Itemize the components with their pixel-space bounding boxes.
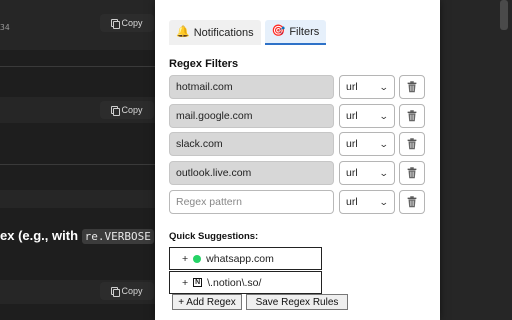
copy-icon: [111, 106, 121, 116]
delete-rule-button[interactable]: [399, 132, 425, 156]
trash-icon: [407, 110, 417, 122]
line-number: 34: [0, 23, 10, 32]
delete-rule-button[interactable]: [399, 190, 425, 214]
match-type-select[interactable]: url ⌄: [339, 161, 395, 185]
suggestion-whatsapp[interactable]: + whatsapp.com: [169, 247, 322, 270]
regex-rule-row: slack.com url ⌄: [169, 132, 425, 156]
chevron-down-icon: ⌄: [379, 138, 390, 149]
tab-notifications[interactable]: 🔔 Notifications: [169, 20, 261, 45]
regex-pattern-field[interactable]: slack.com: [169, 132, 334, 156]
copy-button[interactable]: Copy: [100, 101, 154, 119]
match-type-value: url: [346, 167, 358, 179]
trash-icon: [407, 138, 417, 150]
add-regex-button[interactable]: + Add Regex: [172, 294, 242, 310]
regex-pattern-input[interactable]: [169, 190, 334, 214]
regex-pattern-field[interactable]: mail.google.com: [169, 104, 334, 128]
plus-sign: +: [182, 276, 189, 289]
delete-rule-button[interactable]: [399, 161, 425, 185]
chevron-down-icon: ⌄: [379, 167, 390, 178]
tab-bar: 🔔 Notifications 🎯 Filters: [169, 20, 327, 45]
copy-button[interactable]: Copy: [100, 14, 154, 32]
background-paragraph: ex (e.g., with re.VERBOSE: [0, 228, 154, 244]
trash-icon: [407, 81, 417, 93]
chevron-down-icon: ⌄: [379, 110, 390, 121]
regex-rule-row: hotmail.com url ⌄: [169, 75, 425, 99]
copy-label: Copy: [121, 18, 143, 28]
trash-icon: [407, 196, 417, 208]
match-type-select[interactable]: url ⌄: [339, 75, 395, 99]
tab-label: Filters: [289, 25, 320, 38]
match-type-value: url: [346, 196, 358, 208]
regex-pattern-field[interactable]: hotmail.com: [169, 75, 334, 99]
regex-pattern-field[interactable]: outlook.live.com: [169, 161, 334, 185]
paragraph-text: ex (e.g., with: [0, 228, 82, 243]
regex-rule-row: outlook.live.com url ⌄: [169, 161, 425, 185]
copy-button[interactable]: Copy: [100, 282, 154, 300]
suggestion-notion[interactable]: + N \.notion\.so/: [169, 271, 322, 294]
tab-label: Notifications: [193, 26, 254, 39]
match-type-select[interactable]: url ⌄: [339, 190, 395, 214]
copy-label: Copy: [121, 286, 143, 296]
tab-filters[interactable]: 🎯 Filters: [264, 20, 327, 45]
match-type-select[interactable]: url ⌄: [339, 132, 395, 156]
delete-rule-button[interactable]: [399, 104, 425, 128]
inline-code: re.VERBOSE: [81, 229, 154, 244]
trash-icon: [407, 167, 417, 179]
copy-icon: [111, 19, 121, 29]
right-panel: [440, 0, 512, 320]
section-title: Regex Filters: [169, 58, 239, 70]
new-rule-row: url ⌄: [169, 190, 425, 214]
match-type-value: url: [346, 81, 358, 93]
whatsapp-icon: [193, 254, 202, 263]
copy-label: Copy: [121, 105, 143, 115]
chevron-down-icon: ⌄: [379, 196, 390, 207]
target-icon: 🎯: [271, 25, 286, 37]
match-type-value: url: [346, 138, 358, 150]
chevron-down-icon: ⌄: [379, 81, 390, 92]
extension-popup: 🔔 Notifications 🎯 Filters Regex Filters …: [155, 0, 440, 320]
notion-icon: N: [193, 278, 203, 287]
suggestions-title: Quick Suggestions:: [169, 231, 259, 242]
regex-rule-row: mail.google.com url ⌄: [169, 104, 425, 128]
save-regex-rules-button[interactable]: Save Regex Rules: [246, 294, 348, 310]
match-type-value: url: [346, 110, 358, 122]
copy-icon: [111, 287, 121, 297]
match-type-select[interactable]: url ⌄: [339, 104, 395, 128]
plus-sign: +: [182, 252, 189, 265]
suggestion-label: whatsapp.com: [206, 252, 274, 265]
suggestion-label: \.notion\.so/: [207, 276, 262, 289]
scrollbar-thumb[interactable]: [500, 0, 508, 30]
delete-rule-button[interactable]: [399, 75, 425, 99]
bell-icon: 🔔: [176, 26, 190, 38]
